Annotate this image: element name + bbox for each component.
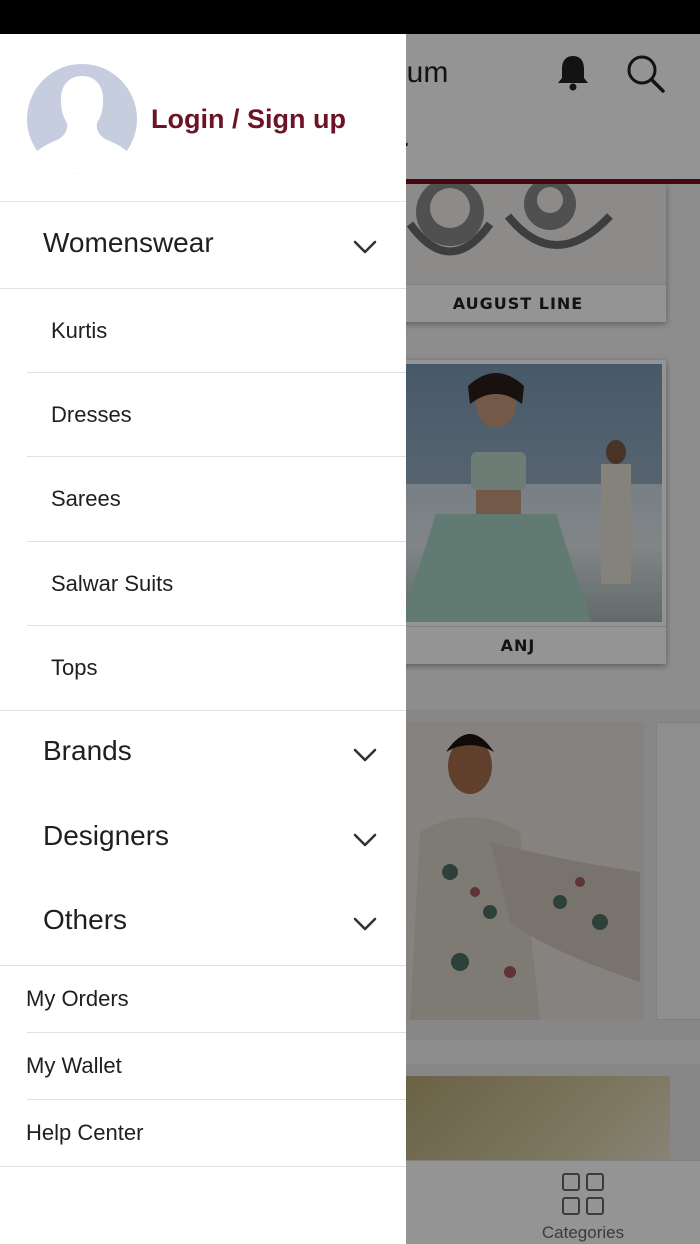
category-label: Designers — [43, 820, 170, 851]
chevron-down-icon — [353, 240, 377, 254]
subcategory-label: Salwar Suits — [51, 571, 174, 596]
subcategory-label: Sarees — [51, 486, 121, 511]
category-brands[interactable]: Brands — [0, 711, 406, 796]
category-others[interactable]: Others — [0, 880, 406, 965]
subcategory-sarees[interactable]: Sarees — [0, 457, 406, 541]
user-silhouette-icon — [33, 76, 131, 174]
category-designers[interactable]: Designers — [0, 796, 406, 881]
subcategory-label: Kurtis — [51, 318, 108, 343]
subcategory-label: Dresses — [51, 402, 132, 427]
my-orders-link[interactable]: My Orders — [0, 966, 406, 1033]
category-label: Others — [43, 904, 128, 935]
my-wallet-link[interactable]: My Wallet — [0, 1033, 406, 1100]
help-center-link[interactable]: Help Center — [0, 1100, 406, 1167]
divider — [0, 1166, 406, 1167]
drawer-header: Login / Sign up — [0, 34, 406, 202]
subcategory-kurtis[interactable]: Kurtis — [0, 289, 406, 373]
category-label: Womenswear — [43, 227, 214, 258]
status-bar — [0, 0, 700, 34]
navigation-drawer: Login / Sign up Womenswear Kurtis Dresse… — [0, 34, 406, 1244]
category-womenswear[interactable]: Womenswear — [0, 203, 406, 288]
chevron-down-icon — [353, 917, 377, 931]
chevron-down-icon — [353, 833, 377, 847]
subcategory-tops[interactable]: Tops — [0, 626, 406, 710]
subcategory-salwar-suits[interactable]: Salwar Suits — [0, 542, 406, 626]
link-label: My Orders — [26, 986, 129, 1011]
subcategory-dresses[interactable]: Dresses — [0, 373, 406, 457]
login-signup-link[interactable]: Login / Sign up — [151, 104, 346, 135]
subcategory-label: Tops — [51, 655, 98, 680]
chevron-down-icon — [353, 748, 377, 762]
link-label: Help Center — [26, 1120, 144, 1145]
avatar[interactable] — [27, 64, 137, 174]
category-label: Brands — [43, 735, 132, 766]
link-label: My Wallet — [26, 1053, 122, 1078]
